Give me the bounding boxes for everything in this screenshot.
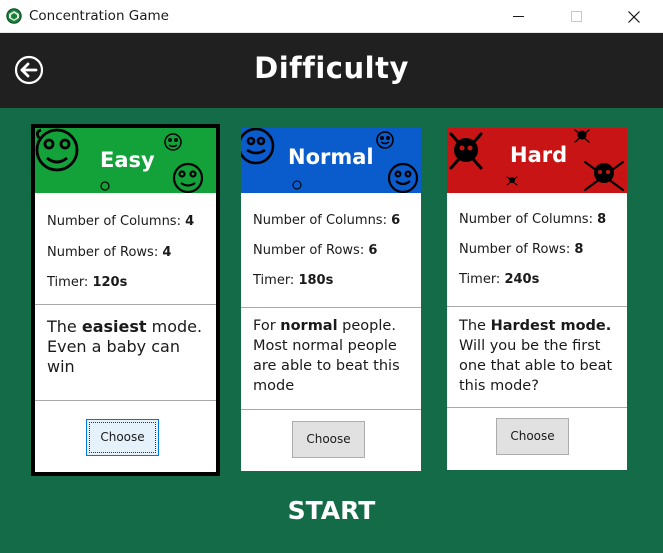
difficulty-card-hard: Hard Number of Columns: 8 Number of Rows… (447, 128, 627, 470)
minimize-icon (512, 16, 524, 17)
timer-value: 180s (298, 273, 334, 288)
choose-easy-button[interactable]: Choose (86, 419, 159, 456)
card-banner-normal: Normal (241, 128, 421, 193)
card-banner-easy: Easy (35, 128, 216, 193)
card-title-normal: Normal (288, 145, 374, 169)
rows-label: Number of Rows: (253, 243, 365, 258)
difficulty-card-normal: Normal Number of Columns: 6 Number of Ro… (241, 128, 421, 471)
rows-value: 8 (574, 242, 584, 257)
columns-label: Number of Columns: (253, 213, 387, 228)
page-title: Difficulty (254, 51, 409, 85)
timer-value: 240s (504, 272, 540, 287)
window-title: Concentration Game (29, 8, 169, 24)
rows-label: Number of Rows: (47, 245, 159, 260)
easy-description: The easiest mode. Even a baby can win (47, 317, 203, 376)
easy-rows: Number of Rows: 4 (47, 245, 171, 260)
divider (241, 409, 421, 410)
maximize-button[interactable] (553, 0, 599, 33)
normal-timer: Timer: 180s (253, 273, 333, 288)
choose-hard-button[interactable]: Choose (496, 418, 569, 455)
timer-label: Timer: (253, 273, 295, 288)
main-area: Easy Number of Columns: 4 Number of Rows… (0, 108, 663, 553)
hard-timer: Timer: 240s (459, 272, 539, 287)
choose-normal-button[interactable]: Choose (292, 421, 365, 458)
start-button[interactable]: START (0, 496, 663, 525)
card-title-hard: Hard (510, 143, 568, 167)
timer-value: 120s (92, 275, 128, 290)
divider (447, 407, 627, 408)
close-icon (628, 10, 640, 23)
easy-timer: Timer: 120s (47, 275, 127, 290)
normal-columns: Number of Columns: 6 (253, 213, 400, 228)
page-header: Difficulty (0, 33, 663, 108)
hard-rows: Number of Rows: 8 (459, 242, 583, 257)
columns-value: 6 (391, 213, 401, 228)
rows-label: Number of Rows: (459, 242, 571, 257)
rows-value: 6 (368, 243, 378, 258)
divider (35, 304, 216, 305)
columns-label: Number of Columns: (459, 212, 593, 227)
card-title-easy: Easy (100, 148, 155, 172)
columns-label: Number of Columns: (47, 214, 181, 229)
window-titlebar: Concentration Game (0, 0, 663, 33)
minimize-button[interactable] (495, 0, 541, 33)
divider (241, 307, 421, 308)
normal-rows: Number of Rows: 6 (253, 243, 377, 258)
timer-label: Timer: (47, 275, 89, 290)
maximize-icon (570, 11, 582, 22)
divider (447, 306, 627, 307)
close-button[interactable] (611, 0, 657, 33)
easy-columns: Number of Columns: 4 (47, 214, 194, 229)
rows-value: 4 (162, 245, 172, 260)
difficulty-card-easy: Easy Number of Columns: 4 Number of Rows… (31, 124, 220, 476)
columns-value: 8 (597, 212, 607, 227)
normal-description: For normal people. Most normal people ar… (253, 318, 400, 394)
timer-label: Timer: (459, 272, 501, 287)
card-banner-hard: Hard (447, 128, 627, 193)
hard-description: The Hardest mode. Will you be the first … (459, 318, 613, 394)
columns-value: 4 (185, 214, 195, 229)
divider (35, 400, 216, 401)
app-logo-icon (6, 8, 22, 24)
hard-columns: Number of Columns: 8 (459, 212, 606, 227)
